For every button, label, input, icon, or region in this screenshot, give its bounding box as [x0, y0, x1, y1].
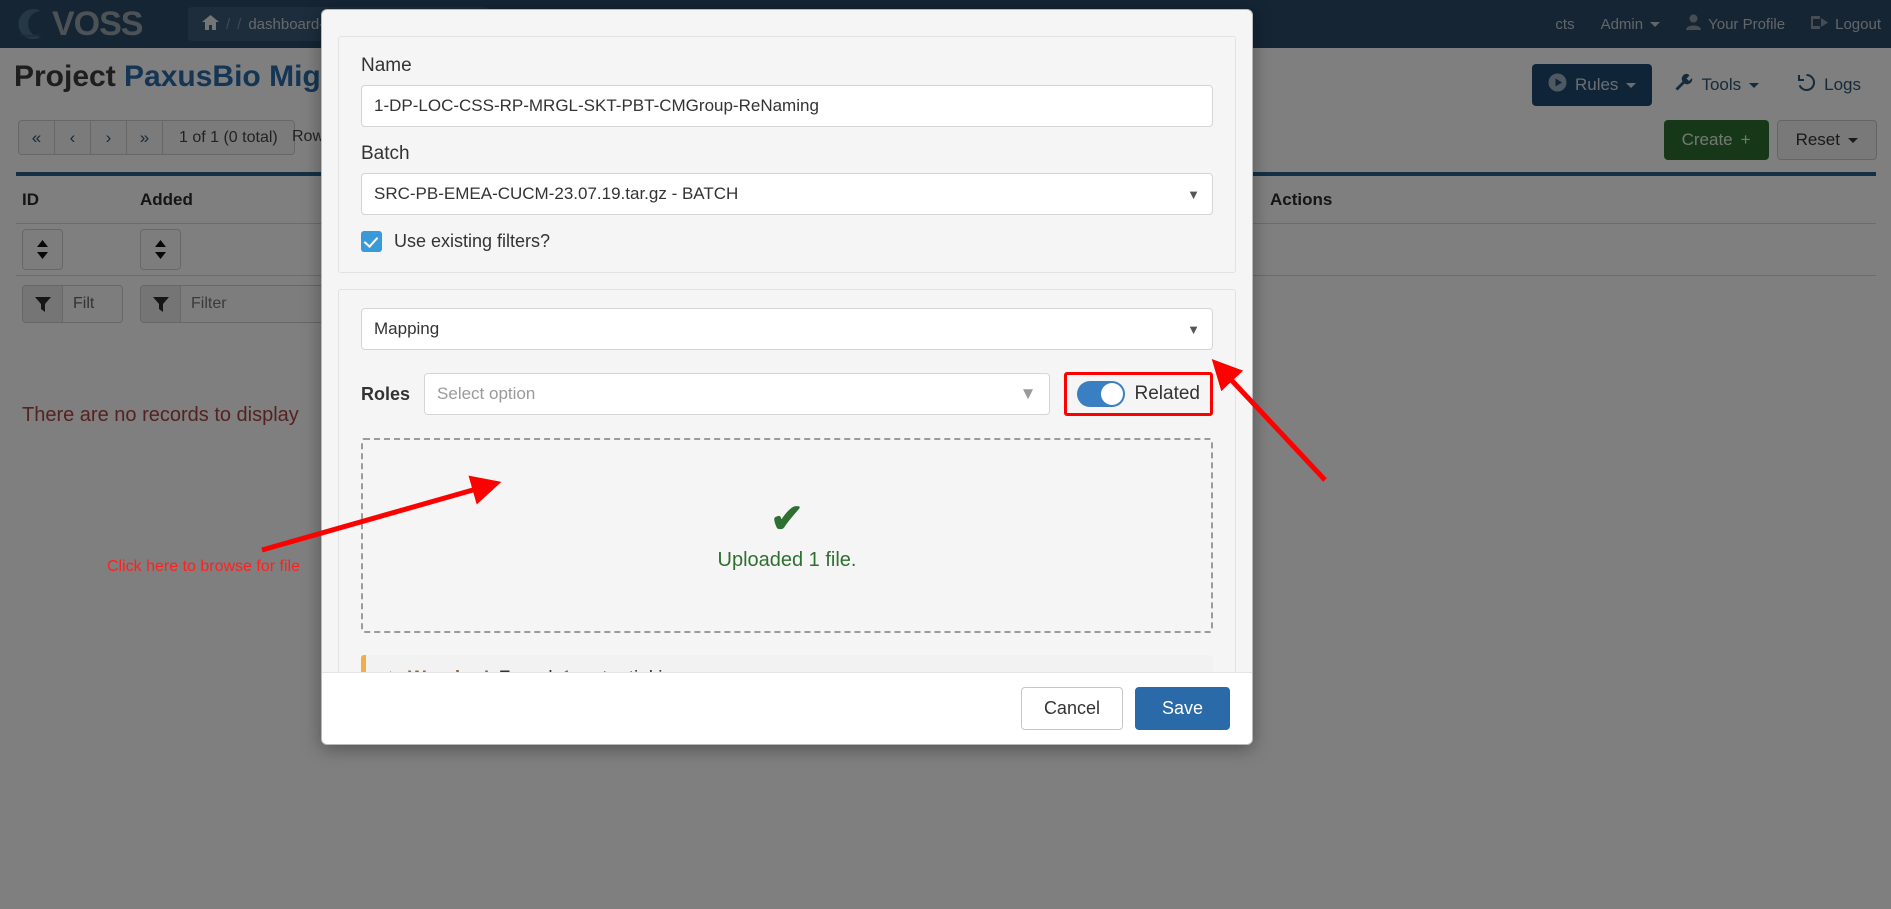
batch-select[interactable]: SRC-PB-EMEA-CUCM-23.07.19.tar.gz - BATCH…: [361, 173, 1213, 215]
batch-select-value: SRC-PB-EMEA-CUCM-23.07.19.tar.gz - BATCH: [374, 184, 739, 203]
roles-select-placeholder: Select option: [437, 384, 536, 403]
name-field-label: Name: [361, 55, 412, 76]
roles-row: Roles Select option ▼ Related: [361, 372, 1213, 416]
modal-basic-panel: Name Batch SRC-PB-EMEA-CUCM-23.07.19.tar…: [338, 36, 1236, 273]
check-icon: ✔: [770, 497, 804, 541]
use-existing-filters-label: Use existing filters?: [394, 231, 551, 251]
related-toggle-label: Related: [1134, 383, 1201, 404]
batch-field-label: Batch: [361, 143, 410, 164]
cancel-button[interactable]: Cancel: [1020, 687, 1123, 730]
modal-mapping-panel: Mapping ▼ Roles Select option ▼ Related …: [338, 289, 1236, 724]
annotation-browse-hint: Click here to browse for file: [107, 558, 300, 575]
save-button[interactable]: Save: [1134, 687, 1230, 730]
chevron-down-icon: ▼: [1019, 384, 1037, 403]
mapping-select-value: Mapping: [374, 319, 440, 338]
mapping-select[interactable]: Mapping ▼: [361, 308, 1213, 350]
related-toggle[interactable]: [1076, 381, 1125, 407]
chevron-down-icon: ▼: [1187, 186, 1200, 202]
modal-footer: Cancel Save: [322, 672, 1252, 744]
chevron-down-icon: ▼: [1187, 321, 1200, 337]
related-toggle-highlight: Related: [1063, 372, 1213, 416]
name-input[interactable]: [361, 85, 1213, 127]
roles-label: Roles: [361, 383, 411, 404]
use-existing-filters-checkbox[interactable]: [361, 231, 382, 252]
rule-editor-modal: Name Batch SRC-PB-EMEA-CUCM-23.07.19.tar…: [321, 9, 1253, 745]
upload-status-text: Uploaded 1 file.: [717, 549, 857, 571]
file-dropzone[interactable]: ✔ Uploaded 1 file.: [361, 438, 1213, 633]
use-existing-filters-row: Use existing filters?: [361, 231, 1213, 252]
roles-select[interactable]: Select option ▼: [424, 373, 1050, 415]
